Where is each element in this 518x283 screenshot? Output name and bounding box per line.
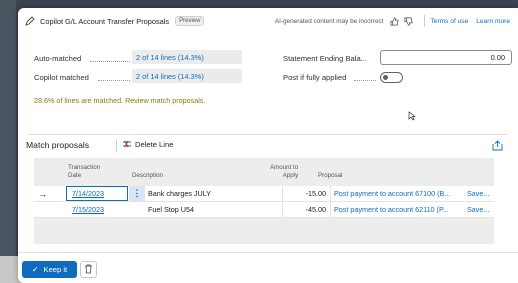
preview-badge: Preview [175, 16, 205, 26]
thumbs-up-icon[interactable] [390, 16, 400, 26]
row-save-link[interactable]: Save... [467, 202, 493, 217]
table-row[interactable]: → 7/14/2023 ⋮ Bank charges JULY -15.00 P… [34, 186, 494, 202]
trash-icon [84, 261, 93, 279]
thumbs-down-icon[interactable] [404, 16, 414, 26]
share-icon[interactable] [492, 138, 504, 151]
terms-of-use-link[interactable]: Terms of use [431, 18, 469, 25]
statement-ending-balance-input[interactable]: 0.00 [380, 50, 512, 65]
ai-disclaimer: AI-generated content may be incorrect [274, 17, 384, 25]
copilot-dialog: Copilot G/L Account Transfer Proposals P… [18, 8, 518, 283]
check-icon: ✓ [31, 265, 39, 274]
delete-line-button[interactable]: Delete Line [122, 139, 173, 149]
row-amount[interactable]: -45.00 [282, 202, 326, 217]
background-page [0, 0, 16, 283]
row-proposal[interactable]: Post payment to account 67100 (B... [334, 186, 464, 201]
col-description: Description [132, 172, 163, 179]
post-if-fully-applied-toggle[interactable] [380, 72, 403, 83]
edit-sparkle-icon [24, 15, 36, 27]
mouse-cursor-icon [408, 108, 417, 126]
post-if-fully-applied-label: Post if fully applied [283, 73, 347, 82]
copilot-matched-value[interactable]: 2 of 14 lines (14.3%) [132, 69, 242, 83]
dialog-title: Copilot G/L Account Transfer Proposals [40, 16, 170, 26]
col-proposal: Proposal [318, 172, 343, 179]
row-date[interactable]: 7/14/2023 [72, 186, 128, 201]
match-info-text: 28.6% of lines are matched. Review match… [34, 96, 206, 105]
row-amount[interactable]: -15.00 [282, 186, 326, 201]
learn-more-link[interactable]: Learn more [476, 18, 510, 25]
match-proposals-title: Match proposals [26, 140, 90, 150]
keep-it-button[interactable]: ✓ Keep it [22, 261, 77, 278]
col-amount-to-apply: Amount to Apply [270, 164, 299, 179]
statement-ending-balance-label: Statement Ending Bala... [283, 54, 368, 63]
row-save-link[interactable]: Save... [467, 186, 493, 201]
auto-matched-value[interactable]: 2 of 14 lines (14.3%) [132, 50, 242, 64]
auto-matched-label: Auto-matched [34, 54, 82, 63]
row-description[interactable]: Bank charges JULY [148, 186, 278, 201]
row-proposal[interactable]: Post payment to account 62110 (P... [334, 202, 464, 217]
table-row[interactable]: 7/15/2023 Fuel Stop U54 -45.00 Post paym… [34, 202, 494, 218]
col-transaction-date: Transaction Date [68, 164, 101, 179]
row-description[interactable]: Fuel Stop U54 [148, 202, 278, 217]
dialog-header: Copilot G/L Account Transfer Proposals P… [18, 8, 518, 34]
row-actions-icon[interactable]: ⋮ [129, 186, 145, 201]
current-row-arrow-icon: → [38, 188, 47, 199]
delete-line-icon [122, 139, 132, 149]
copilot-matched-label: Copilot matched [34, 73, 89, 82]
discard-button[interactable] [80, 261, 97, 278]
delete-line-label: Delete Line [135, 139, 174, 149]
row-date[interactable]: 7/15/2023 [72, 202, 128, 217]
